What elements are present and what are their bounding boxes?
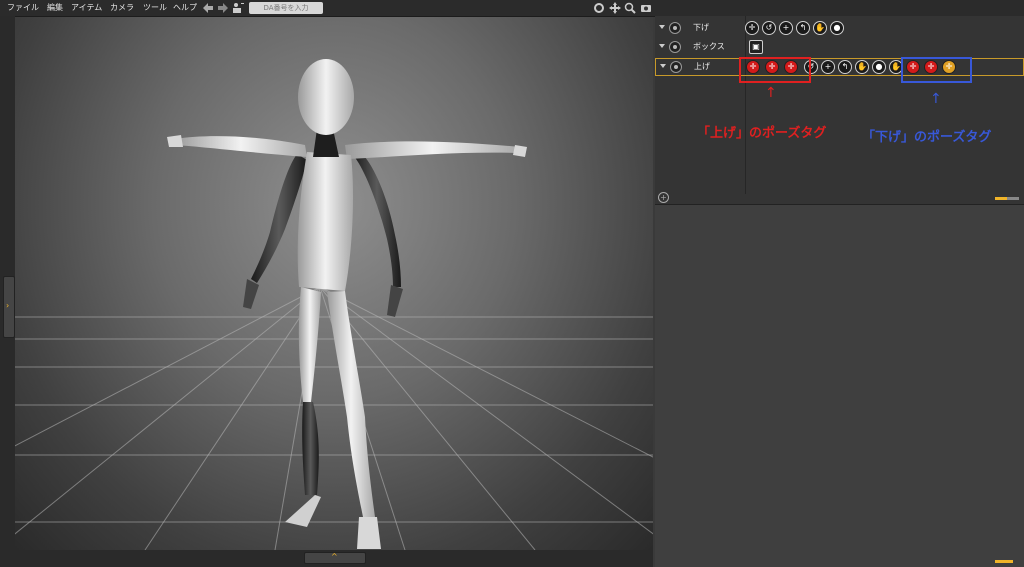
layer-label: 下げ	[693, 23, 709, 32]
expand-triangle-icon[interactable]	[659, 25, 665, 29]
panel-resize-handle[interactable]	[995, 560, 1013, 563]
cube-icon[interactable]: ▣	[749, 40, 763, 54]
chevron-up-icon: ^	[331, 552, 338, 561]
hand-tag-icon[interactable]: ✋	[855, 60, 869, 74]
chevron-right-icon: ›	[6, 301, 10, 310]
move-icon[interactable]	[609, 2, 621, 14]
layer-scroll-indicator[interactable]	[995, 197, 1007, 200]
figure-add-icon[interactable]	[232, 2, 244, 14]
menu-help[interactable]: ヘルプ	[173, 3, 197, 13]
zoom-tag-icon[interactable]: +	[821, 60, 835, 74]
visibility-icon[interactable]	[669, 41, 681, 53]
add-layer-button[interactable]: +	[658, 192, 669, 203]
move-tag-icon[interactable]: ✛	[745, 21, 759, 35]
left-panel-strip: ›	[0, 16, 15, 567]
annotation-label-red: 「上げ」のポーズタグ	[697, 126, 827, 141]
expand-left-panel-button[interactable]: ›	[3, 276, 15, 338]
rotate-icon[interactable]	[593, 2, 605, 14]
annotation-arrow-red: ↑	[765, 85, 777, 101]
bottom-panel-strip: ^	[15, 550, 653, 567]
visibility-icon[interactable]	[669, 22, 681, 34]
highlight-box-blue	[901, 57, 972, 83]
layer-row-sage[interactable]: 下げ ✛ ↺ + ↰ ✋ ●	[655, 20, 1024, 36]
menu-tool[interactable]: ツール	[143, 3, 167, 13]
back-arrow-icon[interactable]	[202, 2, 214, 14]
layer-scroll-track	[1007, 197, 1019, 200]
menu-edit[interactable]: 編集	[47, 3, 63, 13]
3d-figure[interactable]	[167, 59, 527, 549]
search-input[interactable]: DA番号を入力	[249, 2, 323, 14]
layer-list: 下げ ✛ ↺ + ↰ ✋ ● ボックス ▣ 上げ ✛ ✛ ✛ ↺ + ↰ ✋ ●…	[655, 16, 1024, 205]
zoom-tag-icon[interactable]: +	[779, 21, 793, 35]
foot-tag-icon[interactable]: ●	[830, 21, 844, 35]
annotation-arrow-blue: ↑	[930, 91, 942, 107]
expand-triangle-icon[interactable]	[660, 64, 666, 68]
reset-tag-icon[interactable]: ↰	[838, 60, 852, 74]
visibility-icon[interactable]	[670, 61, 682, 73]
menu-camera[interactable]: カメラ	[110, 3, 134, 13]
hand-tag-icon[interactable]: ✋	[813, 21, 827, 35]
zoom-icon[interactable]	[624, 2, 636, 14]
expand-triangle-icon[interactable]	[659, 44, 665, 48]
viewport-scene	[15, 59, 653, 550]
foot-tag-icon[interactable]: ●	[872, 60, 886, 74]
forward-arrow-icon[interactable]	[217, 2, 229, 14]
menu-file[interactable]: ファイル	[7, 3, 39, 13]
rotate-tag-icon[interactable]: ↺	[762, 21, 776, 35]
reset-tag-icon[interactable]: ↰	[796, 21, 810, 35]
menu-bar: ファイル 編集 アイテム カメラ ツール ヘルプ DA番号を入力	[0, 0, 1024, 17]
camera-icon[interactable]	[640, 2, 652, 14]
expand-bottom-panel-button[interactable]: ^	[304, 552, 366, 564]
menu-item[interactable]: アイテム	[71, 3, 102, 13]
right-panel: 下げ ✛ ↺ + ↰ ✋ ● ボックス ▣ 上げ ✛ ✛ ✛ ↺ + ↰ ✋ ●…	[655, 16, 1024, 567]
layer-row-box[interactable]: ボックス ▣	[655, 39, 1024, 55]
layer-label: 上げ	[694, 62, 710, 71]
annotation-label-blue: 「下げ」のポーズタグ	[862, 130, 992, 145]
highlight-box-red	[739, 57, 811, 83]
3d-viewport[interactable]	[15, 17, 653, 550]
layer-label: ボックス	[693, 42, 725, 51]
